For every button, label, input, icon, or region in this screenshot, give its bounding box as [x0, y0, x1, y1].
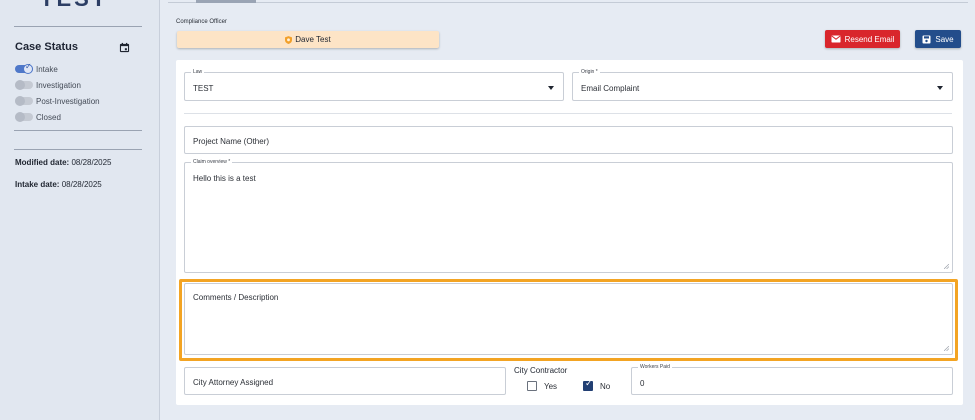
origin-select[interactable]: Origin * Email Complaint — [572, 69, 953, 101]
email-icon — [831, 35, 841, 43]
compliance-officer-label: Compliance Officer — [176, 19, 227, 25]
claim-overview-value: Hello this is a test — [193, 174, 256, 183]
workers-paid-label: Workers Paid — [638, 364, 672, 370]
resend-email-button[interactable]: Resend Email — [825, 30, 900, 48]
city-contractor-label: City Contractor — [514, 366, 568, 375]
status-label: Intake — [36, 64, 58, 74]
resend-email-label: Resend Email — [844, 34, 895, 44]
focus-highlight-frame — [179, 279, 958, 361]
toggle-intake[interactable] — [15, 62, 33, 74]
no-label: No — [600, 382, 611, 391]
logo-fragment: TEST — [40, 0, 108, 12]
intake-date-label: Intake date: — [15, 180, 60, 189]
compliance-officer-name: Dave Test — [295, 35, 331, 44]
tab-bar-underline — [168, 0, 968, 3]
modified-date-value: 08/28/2025 — [71, 158, 112, 167]
project-name-input[interactable]: Project Name (Other) — [184, 126, 953, 154]
status-label: Closed — [36, 112, 61, 122]
save-icon — [922, 35, 931, 43]
claim-overview-textarea[interactable]: Claim overview * Hello this is a test — [184, 159, 953, 273]
status-closed: Closed — [15, 112, 61, 122]
modified-date: Modified date: 08/28/2025 — [15, 158, 112, 167]
yes-label: Yes — [544, 382, 558, 391]
law-select[interactable]: Law TEST — [184, 69, 564, 101]
compliance-officer-chip[interactable]: Dave Test — [177, 31, 439, 48]
divider — [14, 130, 142, 131]
intake-date-value: 08/28/2025 — [61, 180, 102, 189]
divider — [14, 149, 142, 150]
toggle-post-investigation[interactable] — [15, 96, 33, 106]
dropdown-arrow-icon[interactable] — [548, 86, 554, 90]
project-name-placeholder: Project Name (Other) — [193, 137, 270, 146]
section-divider — [184, 113, 952, 114]
sidebar: TEST Case Status Intake Investigation Po… — [0, 0, 160, 420]
divider — [14, 26, 142, 27]
city-attorney-placeholder: City Attorney Assigned — [193, 378, 274, 387]
status-intake: Intake — [15, 62, 58, 74]
shield-badge-icon — [285, 35, 293, 44]
city-contractor-no-checkbox[interactable] — [583, 379, 593, 391]
workers-paid-value: 0 — [640, 379, 645, 388]
city-contractor-yes-checkbox[interactable] — [527, 381, 537, 391]
origin-value: Email Complaint — [581, 84, 640, 93]
origin-label: Origin * — [579, 69, 600, 75]
claim-overview-label: Claim overview * — [191, 159, 233, 165]
save-label: Save — [935, 34, 954, 44]
intake-date: Intake date: 08/28/2025 — [15, 180, 102, 189]
dropdown-arrow-icon[interactable] — [937, 86, 943, 90]
status-label: Post-Investigation — [36, 96, 100, 106]
law-value: TEST — [193, 84, 214, 93]
toggle-investigation[interactable] — [15, 80, 33, 90]
resize-handle-icon[interactable] — [944, 264, 949, 269]
status-post-investigation: Post-Investigation — [15, 96, 100, 106]
status-label: Investigation — [36, 80, 81, 90]
workers-paid-input[interactable]: Workers Paid 0 — [631, 364, 953, 395]
calendar-icon[interactable] — [119, 42, 130, 53]
status-investigation: Investigation — [15, 80, 81, 90]
city-attorney-input[interactable]: City Attorney Assigned — [184, 367, 506, 395]
modified-date-label: Modified date: — [15, 158, 70, 167]
law-label: Law — [191, 69, 205, 75]
toggle-closed[interactable] — [15, 112, 33, 122]
save-button[interactable]: Save — [915, 30, 961, 48]
active-tab-indicator[interactable] — [196, 0, 256, 3]
case-status-title: Case Status — [15, 41, 78, 53]
